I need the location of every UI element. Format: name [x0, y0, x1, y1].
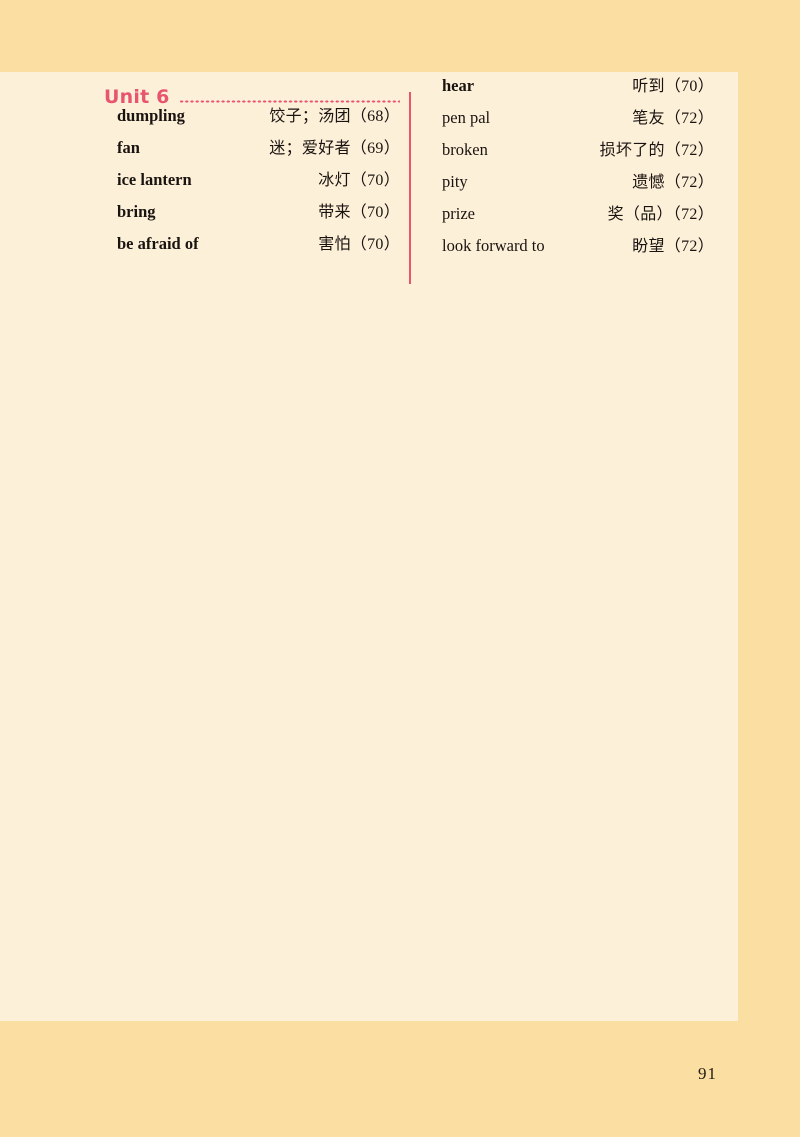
vocabulary-term: ice lantern [117, 170, 192, 189]
vocabulary-entry-row: fan 迷；爱好者（69） [104, 134, 400, 166]
unit-heading-label: Unit 6 [104, 86, 170, 108]
vocabulary-gloss: 奖（品）（72） [607, 206, 714, 223]
vocabulary-gloss: 损坏了的（72） [599, 142, 714, 159]
vocabulary-entry-row: pen pal 笔友（72） [442, 104, 714, 136]
vocabulary-column-left: Unit 6 dumpling 饺子；汤团（68） fan 迷；爱好者（69） ice … [104, 72, 400, 262]
vocabulary-entry-row: hear 听到（70） [442, 72, 714, 104]
vocabulary-term: pity [442, 172, 468, 191]
vocabulary-gloss: 冰灯（70） [318, 172, 400, 189]
vocabulary-word-list: Unit 6 dumpling 饺子；汤团（68） fan 迷；爱好者（69） ice … [0, 72, 738, 1021]
vocabulary-term: fan [117, 138, 140, 157]
vocabulary-gloss: 盼望（72） [632, 238, 714, 255]
vocabulary-gloss: 遗憾（72） [632, 174, 714, 191]
vocabulary-gloss: 笔友（72） [632, 110, 714, 127]
vocabulary-entry-row: pity 遗憾（72） [442, 168, 714, 200]
column-divider [409, 92, 411, 284]
unit-heading: Unit 6 [104, 72, 400, 108]
vocabulary-term: be afraid of [117, 234, 199, 253]
page-number: 91 [698, 1064, 717, 1083]
vocabulary-entry-row: bring 带来（70） [104, 198, 400, 230]
vocabulary-gloss: 听到（70） [632, 78, 714, 95]
dotted-leader [178, 100, 400, 103]
vocabulary-term: look forward to [442, 236, 545, 255]
vocabulary-term: pen pal [442, 108, 491, 127]
vocabulary-entry-row: ice lantern 冰灯（70） [104, 166, 400, 198]
vocabulary-entry-row: be afraid of 害怕（70） [104, 230, 400, 262]
vocabulary-gloss: 带来（70） [318, 204, 400, 221]
vocabulary-term: hear [442, 76, 475, 95]
vocabulary-entry-row: broken 损坏了的（72） [442, 136, 714, 168]
vocabulary-term: dumpling [117, 106, 185, 125]
vocabulary-term: prize [442, 204, 475, 223]
vocabulary-gloss: 害怕（70） [318, 236, 400, 253]
vocabulary-entry-row: prize 奖（品）（72） [442, 200, 714, 232]
vocabulary-column-right: hear 听到（70） pen pal 笔友（72） broken 损坏了的（72） pit… [442, 72, 714, 264]
vocabulary-term: broken [442, 140, 488, 159]
vocabulary-gloss: 迷；爱好者（69） [269, 140, 400, 157]
vocabulary-term: bring [117, 202, 156, 221]
vocabulary-entry-row: look forward to 盼望（72） [442, 232, 714, 264]
vocabulary-gloss: 饺子；汤团（68） [269, 108, 400, 125]
